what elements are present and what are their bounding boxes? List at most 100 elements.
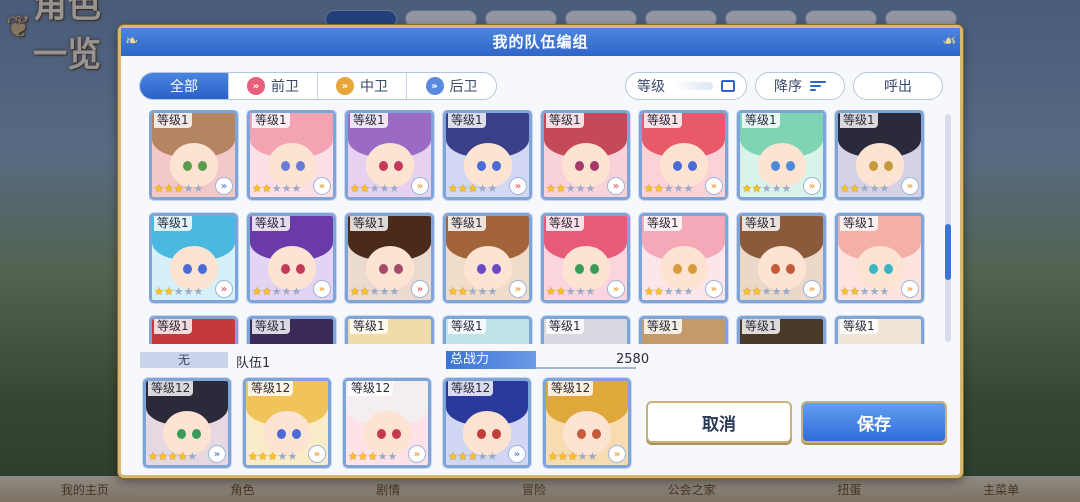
character-roster[interactable]: 等级1 ★ ★ ★ ★ ★» 等级1 ★ ★ ★ ★ ★» 等级1 ★ ★ ★ ★ ★» 等级1 ★ ★ ★ ★ ★» 等级1 ★… xyxy=(149,110,949,344)
character-level: 等级1 xyxy=(448,319,486,334)
tab-all[interactable]: 全部 xyxy=(140,73,229,99)
team-edit-dialog: ❧ 我的队伍编组 ☙ 全部 » 前卫 » 中卫 » 后卫 等级 降序 呼出 等级 xyxy=(118,25,963,478)
character-card[interactable]: 等级1★★★★★» xyxy=(737,213,826,303)
portrait-face xyxy=(463,411,511,455)
star-icon: ★ xyxy=(653,182,664,195)
character-card[interactable]: 等级1★★★★★» xyxy=(541,213,630,303)
total-power-label: 总战力 xyxy=(446,351,536,369)
character-level: 等级1 xyxy=(742,216,780,231)
star-icon: ★ xyxy=(267,450,278,463)
character-card[interactable]: 等级1★★★★★» xyxy=(639,110,728,200)
portrait-face xyxy=(659,246,708,290)
character-card[interactable]: 等级1★★★★★» xyxy=(443,213,532,303)
star-icon: ★ xyxy=(673,182,684,195)
star-icon: ★ xyxy=(771,285,782,298)
character-card[interactable]: 等级1★★★★★» xyxy=(149,110,238,200)
star-icon: ★ xyxy=(577,450,588,463)
star-icon: ★ xyxy=(751,182,762,195)
portrait-face xyxy=(463,143,512,187)
star-rating: ★ ★ ★ ★ ★ xyxy=(350,286,399,298)
star-icon: ★ xyxy=(448,182,458,195)
roster-scrollbar[interactable] xyxy=(945,114,951,342)
cancel-button[interactable]: 取消 xyxy=(646,401,792,443)
portrait-eye xyxy=(394,161,403,171)
star-rating: ★ ★ ★ ★ ★ xyxy=(154,183,203,195)
star-icon: ★ xyxy=(261,285,272,298)
tab-front[interactable]: » 前卫 xyxy=(229,73,318,99)
character-card[interactable]: 等级1★★★★★» xyxy=(639,316,728,344)
character-card[interactable]: 等级1★★★★★» xyxy=(737,110,826,200)
character-card[interactable]: 等级1★★★★★» xyxy=(149,213,238,303)
portrait-eye xyxy=(477,264,486,274)
portrait-eye xyxy=(198,264,207,274)
character-card[interactable]: 等级12 ★ ★ ★ ★ ★» xyxy=(143,378,231,468)
tab-mid[interactable]: » 中卫 xyxy=(318,73,407,99)
star-icon: ★ xyxy=(379,182,390,195)
star-icon: ★ xyxy=(448,285,458,298)
star-icon: ★ xyxy=(555,182,566,195)
portrait-eye xyxy=(492,161,501,171)
character-card[interactable]: 等级1★★★★★» xyxy=(835,316,924,344)
portrait-eye xyxy=(277,429,286,439)
character-card[interactable]: 等级1★★★★★» xyxy=(639,213,728,303)
star-rating: ★ ★ ★ ★ ★ xyxy=(448,451,497,463)
scrollbar-thumb[interactable] xyxy=(945,224,951,280)
portrait-face xyxy=(757,143,806,187)
character-card[interactable]: 等级12 ★ ★ ★ ★ ★» xyxy=(443,378,531,468)
character-card[interactable]: 等级1★★★★★» xyxy=(345,110,434,200)
character-card[interactable]: 等级1★★★★★» xyxy=(737,316,826,344)
sort-key-button[interactable]: 等级 xyxy=(625,72,747,100)
character-card[interactable]: 等级1★★★★★» xyxy=(835,110,924,200)
character-level: 等级1 xyxy=(154,216,192,231)
character-card[interactable]: 等级12 ★ ★ ★ ★ ★» xyxy=(343,378,431,468)
team-info-bar: 无 队伍1 总战力 2580 xyxy=(140,350,940,371)
star-rating: ★ ★ ★ ★ ★ xyxy=(350,183,399,195)
star-icon: ★ xyxy=(683,285,694,298)
portrait-eye xyxy=(281,264,290,274)
portrait-eye xyxy=(379,161,388,171)
star-icon: ★ xyxy=(167,450,178,463)
portrait-eye xyxy=(392,429,401,439)
character-card[interactable]: 等级1★★★★★» xyxy=(835,213,924,303)
call-out-button[interactable]: 呼出 xyxy=(853,72,943,100)
character-card[interactable]: 等级1★★★★★» xyxy=(345,316,434,344)
star-icon: ★ xyxy=(673,285,684,298)
star-icon: ★ xyxy=(467,450,478,463)
save-button[interactable]: 保存 xyxy=(801,401,947,443)
mid-role-icon: » xyxy=(803,280,821,298)
character-card[interactable]: 等级12 ★ ★ ★ ★ ★» xyxy=(243,378,331,468)
portrait-face xyxy=(169,143,218,187)
character-card[interactable]: 等级1★★★★★» xyxy=(247,213,336,303)
character-card[interactable]: 等级1★★★★★» xyxy=(443,316,532,344)
front-role-icon: » xyxy=(509,177,527,195)
front-role-icon: » xyxy=(247,77,265,95)
character-card[interactable]: 等级1★★★★★» xyxy=(443,110,532,200)
character-card[interactable]: 等级1★★★★★» xyxy=(345,213,434,303)
star-icon: ★ xyxy=(271,182,282,195)
star-icon: ★ xyxy=(879,182,890,195)
character-card[interactable]: 等级1★★★★★» xyxy=(541,316,630,344)
portrait-eye xyxy=(673,264,682,274)
star-icon: ★ xyxy=(369,182,380,195)
front-role-icon: » xyxy=(411,280,429,298)
character-card[interactable]: 等级1★★★★★» xyxy=(149,316,238,344)
sort-order-button[interactable]: 降序 xyxy=(755,72,845,100)
star-icon: ★ xyxy=(567,450,578,463)
portrait-face xyxy=(463,246,512,290)
character-card[interactable]: 等级12 ★ ★ ★ ★ ★» xyxy=(543,378,631,468)
character-level: 等级1 xyxy=(448,216,486,231)
portrait-eye xyxy=(377,429,386,439)
portrait-eye xyxy=(575,161,584,171)
character-card[interactable]: 等级1★★★★★» xyxy=(247,316,336,344)
character-card[interactable]: 等级1★★★★★» xyxy=(541,110,630,200)
character-level: 等级1 xyxy=(350,113,388,128)
mid-role-icon: » xyxy=(901,177,919,195)
corner-ornament-icon: ☙ xyxy=(942,31,958,50)
portrait-eye xyxy=(771,264,780,274)
tab-back[interactable]: » 后卫 xyxy=(407,73,496,99)
star-rating: ★ ★ ★ ★ ★ xyxy=(248,451,297,463)
star-icon: ★ xyxy=(575,182,586,195)
star-icon: ★ xyxy=(644,182,654,195)
character-card[interactable]: 等级1★★★★★» xyxy=(247,110,336,200)
star-rating: ★ ★ ★ ★ ★ xyxy=(840,183,889,195)
